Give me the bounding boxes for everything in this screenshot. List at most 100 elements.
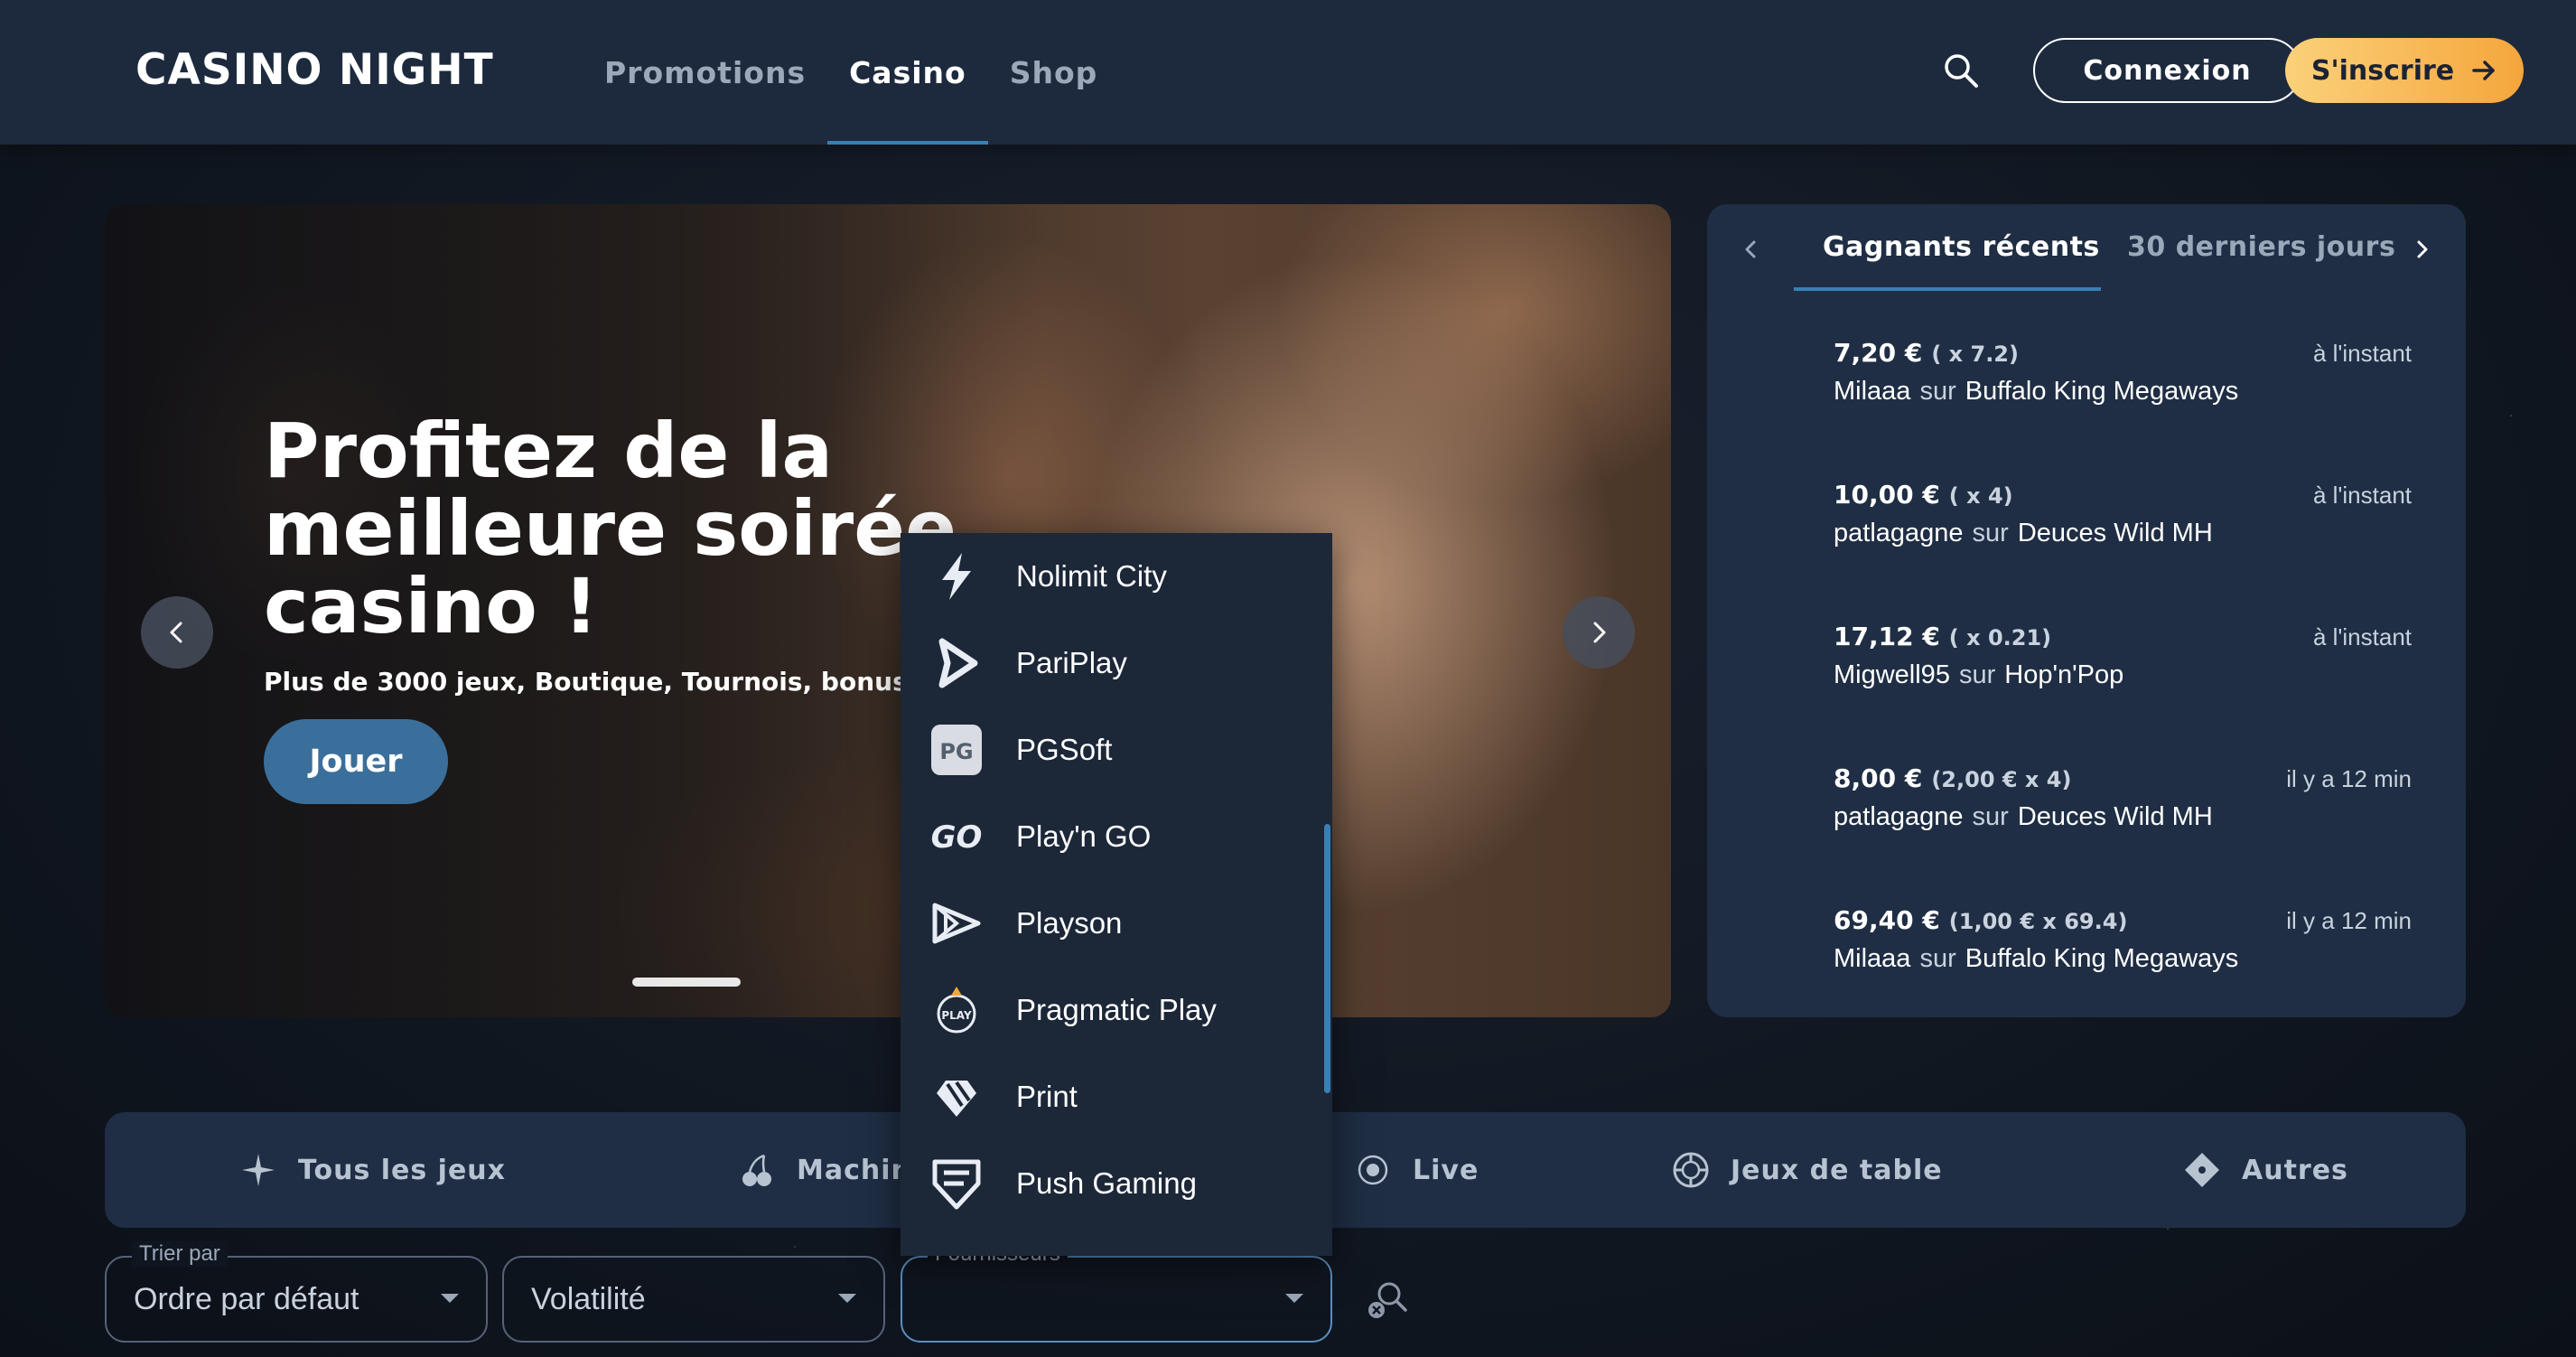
sur-label: sur [1919,377,1956,406]
chip-icon [1673,1152,1709,1188]
tab-recent-winners[interactable]: Gagnants récents [1823,231,2100,263]
recent-winners-panel: Gagnants récents 30 derniers jours 7,20 … [1707,204,2466,1017]
provider-label: PariPlay [1016,646,1127,679]
winner-game[interactable]: Deuces Wild MH [2018,519,2213,547]
print-icon [928,1068,985,1126]
nav-shop[interactable]: Shop [988,0,1120,145]
chevron-left-icon [170,622,182,643]
provider-option[interactable]: Push Gaming [901,1140,1332,1227]
caret-down-icon [1285,1294,1303,1303]
dropdown-scrollbar[interactable] [1324,824,1330,1093]
winner-time: il y a 12 min [2286,907,2412,934]
winner-player: Migwell95 [1834,660,1950,689]
provider-label: Pragmatic Play [1016,993,1217,1026]
nav-casino[interactable]: Casino [827,0,988,145]
live-icon [1358,1155,1388,1185]
tab-last-30-days[interactable]: 30 derniers jours [2127,231,2395,263]
diamond-icon [2185,1153,2219,1187]
winner-amount: 7,20 € [1834,338,1923,368]
winner-game[interactable]: Buffalo King Megaways [1965,944,2239,973]
providers-dropdown-menu: Nolimit City PariPlay PG PGSoft GO Play'… [901,533,1332,1256]
provider-option[interactable]: Print [901,1053,1332,1140]
winner-amount: 69,40 € [1834,905,1940,935]
volatility-placeholder: Volatilité [531,1281,646,1316]
winner-time: il y a 12 min [2286,765,2412,792]
provider-option[interactable]: GO Play'n GO [901,793,1332,880]
category-label: Jeux de table [1731,1154,1943,1186]
category-label: Tous les jeux [298,1154,507,1186]
search-icon[interactable] [1940,50,1982,91]
winner-multiplier: (1,00 € x 69.4) [1948,909,2128,934]
sparkle-icon [242,1154,275,1186]
category-others[interactable]: Autres [2182,1112,2348,1228]
hero-prev-button[interactable] [141,596,213,669]
winners-tabs: Gagnants récents 30 derniers jours [1707,204,2466,295]
play-button[interactable]: Jouer [264,719,448,804]
chevron-right-icon [1593,622,1606,643]
cherry-icon [742,1154,771,1186]
winner-row[interactable]: 8,00 € (2,00 € x 4) il y a 12 min patlaga… [1834,763,2412,854]
winner-amount: 10,00 € [1834,480,1940,510]
lightning-icon [928,547,985,605]
sur-label: sur [1919,944,1956,973]
winner-row[interactable]: 7,20 € ( x 7.2) à l'instant Milaaa sur Buff… [1834,338,2412,428]
winners-next-icon[interactable] [2406,233,2439,266]
provider-option[interactable]: Playson [901,880,1332,967]
login-button[interactable]: Connexion [2033,38,2301,103]
arrow-right-icon [2472,61,2495,80]
hero-next-button[interactable] [1563,596,1635,669]
hero-banner[interactable]: Profitez de la meilleure soirée casino !… [105,204,1671,1017]
winner-time: à l'instant [2312,623,2412,650]
winner-amount: 8,00 € [1834,763,1923,793]
provider-option[interactable]: Nolimit City [901,533,1332,620]
category-label: Autres [2242,1154,2348,1186]
provider-label: PGSoft [1016,733,1113,766]
winner-multiplier: ( x 7.2) [1931,342,2019,367]
provider-option[interactable]: PariPlay [901,620,1332,707]
sur-label: sur [1958,660,1996,689]
winner-game[interactable]: Deuces Wild MH [2018,802,2213,831]
playson-icon [928,894,985,952]
svg-text:PLAY: PLAY [941,1009,972,1022]
category-table-games[interactable]: Jeux de table [1671,1112,1943,1228]
winner-game[interactable]: Hop'n'Pop [2004,660,2123,689]
caret-down-icon [838,1294,856,1303]
svg-text:GO: GO [931,819,983,856]
pariplay-icon [928,634,985,692]
winners-prev-icon[interactable] [1734,233,1767,266]
pragmatic-icon: PLAY [928,981,985,1039]
sur-label: sur [1972,802,2009,831]
signup-label: S'inscrire [2310,54,2455,87]
provider-option[interactable]: PLAY Pragmatic Play [901,967,1332,1053]
category-all-games[interactable]: Tous les jeux [238,1112,506,1228]
provider-label: Push Gaming [1016,1166,1197,1200]
category-label: Live [1413,1154,1479,1186]
carousel-indicator[interactable] [632,978,741,987]
winner-time: à l'instant [2312,482,2412,509]
winner-row[interactable]: 69,40 € (1,00 € x 69.4) il y a 12 min Mil… [1834,905,2412,996]
sort-value: Ordre par défaut [134,1281,359,1316]
volatility-select[interactable]: Volatilité [502,1256,885,1343]
hero-title: Profitez de la meilleure soirée casino ! [264,407,957,650]
winner-player: Milaaa [1834,944,1911,973]
casino-night-logo[interactable]: CASINO NIGHT [135,45,494,95]
hero-subtitle: Plus de 3000 jeux, Boutique, Tournois, b… [264,667,928,697]
providers-select[interactable]: Fournisseurs [901,1241,1332,1343]
winner-time: à l'instant [2312,340,2412,367]
nav-promotions[interactable]: Promotions [583,0,827,145]
winner-game[interactable]: Buffalo King Megaways [1965,377,2239,406]
go-icon: GO [928,808,985,866]
category-live[interactable]: Live [1353,1112,1479,1228]
winner-row[interactable]: 17,12 € ( x 0.21) à l'instant Migwell95 su… [1834,622,2412,712]
provider-label: Print [1016,1080,1078,1113]
provider-option[interactable]: PG PGSoft [901,707,1332,793]
main-nav: Promotions Casino Shop [583,0,1119,145]
push-gaming-icon [928,1155,985,1212]
sort-select[interactable]: Trier par Ordre par défaut [105,1241,488,1343]
clear-filters-icon[interactable] [1364,1276,1411,1323]
winner-multiplier: ( x 4) [1948,483,2013,509]
provider-label: Playson [1016,906,1123,940]
signup-button[interactable]: S'inscrire [2285,38,2524,103]
sur-label: sur [1972,519,2009,547]
winner-row[interactable]: 10,00 € ( x 4) à l'instant patlagagne sur D… [1834,480,2412,570]
